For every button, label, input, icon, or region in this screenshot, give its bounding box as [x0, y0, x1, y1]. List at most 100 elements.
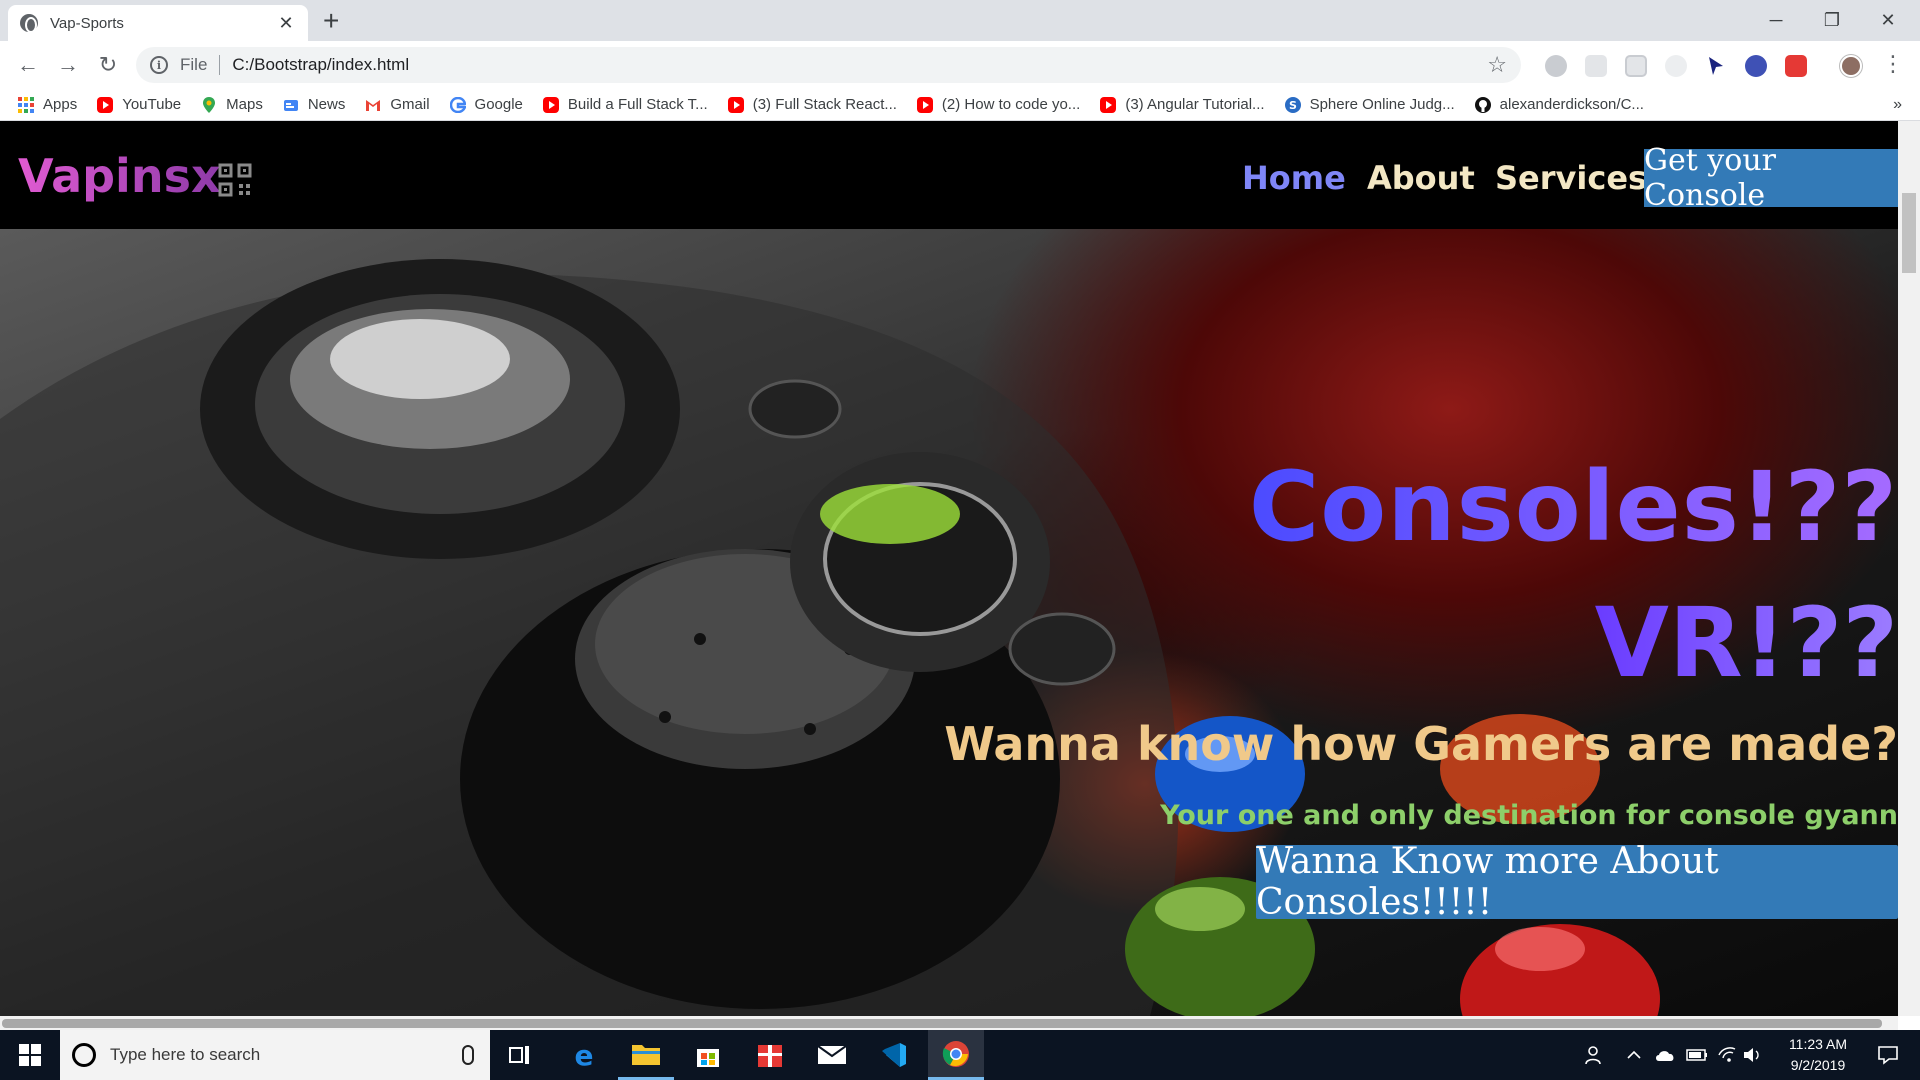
bookmark-maps[interactable]: Maps [201, 96, 263, 113]
apps-grid-icon [18, 96, 34, 113]
get-console-button[interactable]: Get your Console [1644, 143, 1898, 213]
vscode-icon[interactable] [866, 1030, 922, 1080]
youtube-icon [542, 96, 559, 113]
system-clock[interactable]: 11:23 AM 9/2/2019 [1760, 1034, 1876, 1076]
qr-code-icon [218, 163, 252, 197]
bookmark-label: Gmail [390, 96, 430, 113]
windows-taskbar: Type here to search e 11:23 AM 9/2/2019 [0, 1030, 1920, 1080]
chevron-up-icon[interactable] [1620, 1030, 1648, 1080]
people-icon[interactable] [1575, 1030, 1615, 1080]
cors-extension-icon[interactable] [1785, 55, 1807, 77]
address-divider [219, 55, 221, 75]
vertical-scrollbar[interactable] [1898, 121, 1920, 1016]
gift-app-icon[interactable] [742, 1030, 798, 1080]
bookmark-gmail[interactable]: Gmail [365, 96, 430, 113]
bookmark-label: Maps [226, 96, 263, 113]
notification-center-icon[interactable] [1860, 1030, 1916, 1080]
hero-section: Consoles!?? VR!?? Wanna know how Gamers … [0, 229, 1898, 1016]
bookmark-how-to-code[interactable]: (2) How to code yo... [916, 96, 1081, 113]
microphone-icon[interactable] [462, 1045, 474, 1065]
bookmark-google[interactable]: Google [449, 96, 523, 113]
file-explorer-icon[interactable] [618, 1030, 674, 1080]
youtube-icon [916, 96, 933, 113]
close-tab-icon[interactable]: ✕ [276, 13, 296, 34]
bookmark-label: Google [474, 96, 523, 113]
bookmark-full-stack-react[interactable]: (3) Full Stack React... [727, 96, 897, 113]
extension-icon-3[interactable] [1625, 55, 1647, 77]
forward-button[interactable]: → [54, 51, 82, 79]
news-icon [283, 99, 298, 111]
minimize-button[interactable]: ─ [1748, 0, 1804, 41]
spoj-icon: S [1284, 96, 1301, 113]
onedrive-icon[interactable] [1650, 1030, 1680, 1080]
bookmark-label: Build a Full Stack T... [567, 96, 708, 113]
tab-title: Vap-Sports [50, 14, 124, 32]
new-tab-button[interactable]: + [323, 6, 339, 36]
clock-time: 11:23 AM [1788, 1036, 1848, 1052]
search-placeholder: Type here to search [110, 1045, 261, 1064]
chrome-icon[interactable] [928, 1030, 984, 1080]
extension-icon-1[interactable] [1545, 55, 1567, 77]
hero-tagline: Wanna know how Gamers are made? [944, 717, 1898, 771]
browser-menu-icon[interactable]: ⋮ [1882, 51, 1904, 77]
nav-about-link[interactable]: About [1367, 159, 1475, 197]
svg-text:S: S [1289, 99, 1297, 112]
extension-icon-2[interactable] [1585, 55, 1607, 77]
profile-avatar[interactable] [1840, 55, 1862, 77]
nav-home-link[interactable]: Home [1242, 159, 1346, 197]
youtube-icon [727, 96, 744, 113]
hero-headline-vr: VR!?? [1594, 587, 1898, 699]
hero-headline-consoles: Consoles!?? [1248, 451, 1898, 563]
reload-button[interactable]: ↻ [94, 51, 122, 79]
site-info-icon[interactable]: i [150, 56, 168, 74]
battery-icon[interactable] [1682, 1030, 1712, 1080]
tab-strip: Vap-Sports ✕ + ─ ❐ ✕ [0, 0, 1920, 41]
bookmark-angular-tutorial[interactable]: (3) Angular Tutorial... [1100, 96, 1265, 113]
vertical-scroll-thumb[interactable] [1902, 193, 1916, 273]
bookmark-github[interactable]: alexanderdickson/C... [1474, 96, 1644, 113]
bookmark-label: Apps [43, 96, 78, 113]
mail-icon[interactable] [804, 1030, 860, 1080]
know-more-button[interactable]: Wanna Know more About Consoles!!!!! [1256, 841, 1898, 923]
microsoft-store-icon[interactable] [680, 1030, 736, 1080]
bookmark-news[interactable]: News [283, 96, 346, 113]
svg-text:e: e [575, 1041, 594, 1069]
bookmark-label: (2) How to code yo... [941, 96, 1081, 113]
bookmarks-overflow-icon[interactable]: » [1893, 96, 1902, 114]
horizontal-scrollbar[interactable] [0, 1016, 1898, 1030]
bookmark-label: alexanderdickson/C... [1499, 96, 1644, 113]
youtube-icon [97, 96, 114, 113]
bookmark-youtube[interactable]: YouTube [97, 96, 181, 113]
extension-icon-6[interactable] [1745, 55, 1767, 77]
youtube-icon [1100, 96, 1117, 113]
restore-button[interactable]: ❐ [1804, 0, 1860, 41]
bookmark-label: (3) Angular Tutorial... [1125, 96, 1265, 113]
site-brand[interactable]: Vapinsx [18, 149, 221, 203]
wifi-icon[interactable] [1712, 1030, 1742, 1080]
taskbar-search-box[interactable]: Type here to search [60, 1030, 490, 1080]
nav-services-link[interactable]: Services [1495, 159, 1647, 197]
site-navbar: Vapinsx Home About Services Get your Con… [0, 121, 1898, 229]
back-button[interactable]: ← [14, 51, 42, 79]
close-window-button[interactable]: ✕ [1860, 0, 1916, 41]
bookmark-spoj[interactable]: S Sphere Online Judg... [1284, 96, 1455, 113]
start-button[interactable] [0, 1030, 60, 1080]
github-icon [1474, 96, 1491, 113]
horizontal-scroll-thumb[interactable] [2, 1019, 1882, 1028]
bookmark-build-full-stack[interactable]: Build a Full Stack T... [542, 96, 708, 113]
windows-logo-icon [19, 1044, 41, 1066]
hero-subtagline: Your one and only destination for consol… [1160, 800, 1898, 831]
bookmark-label: News [307, 96, 346, 113]
bookmark-star-icon[interactable]: ☆ [1487, 52, 1507, 78]
page-viewport: Vapinsx Home About Services Get your Con… [0, 121, 1898, 1016]
extension-icon-4[interactable] [1665, 55, 1687, 77]
edge-browser-icon[interactable]: e [556, 1030, 612, 1080]
cursor-extension-icon[interactable] [1705, 55, 1727, 77]
bookmark-apps[interactable]: Apps [18, 96, 77, 113]
google-icon [449, 96, 466, 113]
task-view-icon[interactable] [492, 1030, 548, 1080]
globe-icon [20, 14, 38, 33]
url-text[interactable]: C:/Bootstrap/index.html [232, 55, 1487, 75]
address-bar[interactable]: i File C:/Bootstrap/index.html ☆ [136, 47, 1521, 83]
browser-tab[interactable]: Vap-Sports ✕ [8, 5, 308, 41]
